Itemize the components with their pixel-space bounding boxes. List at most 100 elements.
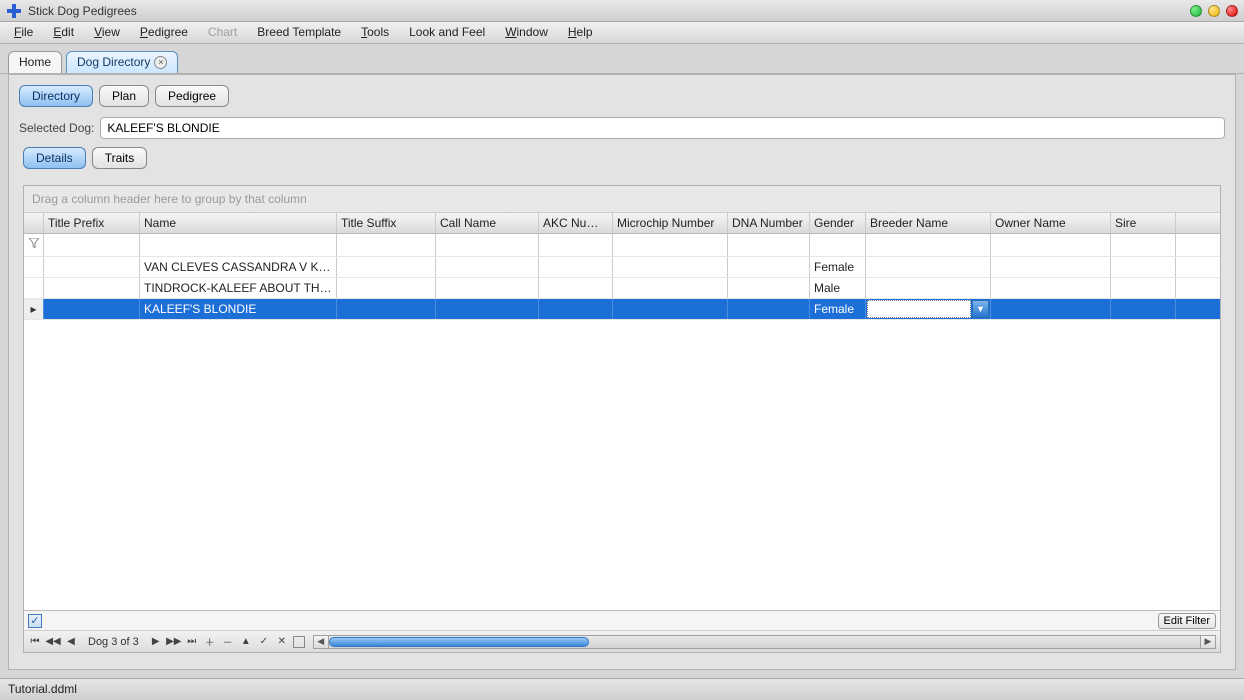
filter-akc[interactable] (539, 234, 613, 256)
cell-microchip[interactable] (613, 299, 728, 319)
menu-breed-template[interactable]: Breed Template (247, 22, 351, 43)
prev-page-icon[interactable]: ◀◀ (46, 635, 60, 649)
maximize-icon[interactable] (1208, 5, 1220, 17)
scroll-thumb[interactable] (329, 637, 589, 647)
cell-call-name[interactable] (436, 257, 539, 277)
column-akc-number[interactable]: AKC Number (539, 213, 613, 233)
table-row[interactable]: VAN CLEVES CASSANDRA V KALEEF Female (24, 257, 1220, 278)
cell-gender[interactable]: Male (810, 278, 866, 298)
refresh-icon[interactable] (293, 636, 305, 648)
cell-title-prefix[interactable] (44, 299, 140, 319)
cell-name[interactable]: TINDROCK-KALEEF ABOUT THYME (140, 278, 337, 298)
cell-dna[interactable] (728, 257, 810, 277)
column-sire[interactable]: Sire (1111, 213, 1176, 233)
column-owner-name[interactable]: Owner Name (991, 213, 1111, 233)
edit-record-icon[interactable]: ▲ (239, 635, 253, 649)
add-record-icon[interactable]: ＋ (203, 635, 217, 649)
close-icon[interactable] (1226, 5, 1238, 17)
scroll-right-icon[interactable]: ▶ (1200, 635, 1216, 649)
edit-filter-button[interactable]: Edit Filter (1158, 613, 1216, 629)
scroll-track[interactable] (329, 635, 1200, 649)
tab-details[interactable]: Details (23, 147, 86, 169)
cell-sire[interactable] (1111, 299, 1176, 319)
cell-call-name[interactable] (436, 299, 539, 319)
menu-view[interactable]: View (84, 22, 130, 43)
menu-help[interactable]: Help (558, 22, 603, 43)
filter-sire[interactable] (1111, 234, 1176, 256)
cell-name[interactable]: KALEEF'S BLONDIE (140, 299, 337, 319)
confirm-record-icon[interactable]: ✓ (257, 635, 271, 649)
cell-owner[interactable] (991, 299, 1111, 319)
menu-edit[interactable]: Edit (43, 22, 84, 43)
scroll-left-icon[interactable]: ◀ (313, 635, 329, 649)
menu-file[interactable]: File (4, 22, 43, 43)
prev-record-icon[interactable]: ◀ (64, 635, 78, 649)
cell-name[interactable]: VAN CLEVES CASSANDRA V KALEEF (140, 257, 337, 277)
column-gender[interactable]: Gender (810, 213, 866, 233)
selected-dog-field[interactable]: KALEEF'S BLONDIE (100, 117, 1225, 139)
filter-row[interactable] (24, 234, 1220, 257)
filter-call-name[interactable] (436, 234, 539, 256)
menu-pedigree[interactable]: Pedigree (130, 22, 198, 43)
cell-title-prefix[interactable] (44, 257, 140, 277)
cell-akc[interactable] (539, 278, 613, 298)
filter-icon[interactable] (24, 234, 44, 256)
column-title-prefix[interactable]: Title Prefix (44, 213, 140, 233)
breeder-dropdown-input[interactable] (867, 300, 971, 318)
last-page-icon[interactable]: ⏭ (185, 635, 199, 649)
cell-breeder-dropdown[interactable]: ▼ (866, 299, 991, 319)
filter-dna[interactable] (728, 234, 810, 256)
cell-dna[interactable] (728, 278, 810, 298)
menu-look-and-feel[interactable]: Look and Feel (399, 22, 495, 43)
tab-pedigree-view[interactable]: Pedigree (155, 85, 229, 107)
cancel-record-icon[interactable]: ✕ (275, 635, 289, 649)
cell-microchip[interactable] (613, 257, 728, 277)
filter-name[interactable] (140, 234, 337, 256)
cell-sire[interactable] (1111, 257, 1176, 277)
table-row[interactable]: TINDROCK-KALEEF ABOUT THYME Male (24, 278, 1220, 299)
filter-title-prefix[interactable] (44, 234, 140, 256)
column-call-name[interactable]: Call Name (436, 213, 539, 233)
column-name[interactable]: Name (140, 213, 337, 233)
filter-breeder[interactable] (866, 234, 991, 256)
column-indicator[interactable] (24, 213, 44, 233)
column-breeder-name[interactable]: Breeder Name (866, 213, 991, 233)
cell-owner[interactable] (991, 278, 1111, 298)
next-record-icon[interactable]: ▶ (149, 635, 163, 649)
column-dna-number[interactable]: DNA Number (728, 213, 810, 233)
cell-microchip[interactable] (613, 278, 728, 298)
menu-tools[interactable]: Tools (351, 22, 399, 43)
cell-call-name[interactable] (436, 278, 539, 298)
column-title-suffix[interactable]: Title Suffix (337, 213, 436, 233)
next-page-icon[interactable]: ▶▶ (167, 635, 181, 649)
cell-breeder[interactable] (866, 257, 991, 277)
cell-title-suffix[interactable] (337, 278, 436, 298)
filter-microchip[interactable] (613, 234, 728, 256)
tab-home[interactable]: Home (8, 51, 62, 73)
cell-akc[interactable] (539, 257, 613, 277)
tab-dog-directory[interactable]: Dog Directory × (66, 51, 178, 73)
column-microchip-number[interactable]: Microchip Number (613, 213, 728, 233)
filter-gender[interactable] (810, 234, 866, 256)
close-tab-icon[interactable]: × (154, 56, 167, 69)
tab-traits[interactable]: Traits (92, 147, 148, 169)
cell-akc[interactable] (539, 299, 613, 319)
menu-window[interactable]: Window (495, 22, 558, 43)
horizontal-scrollbar[interactable]: ◀ ▶ (313, 635, 1216, 649)
group-by-hint[interactable]: Drag a column header here to group by th… (24, 186, 1220, 213)
cell-title-suffix[interactable] (337, 299, 436, 319)
tab-directory[interactable]: Directory (19, 85, 93, 107)
remove-record-icon[interactable]: － (221, 635, 235, 649)
filter-title-suffix[interactable] (337, 234, 436, 256)
first-page-icon[interactable]: ⏮ (28, 635, 42, 649)
cell-dna[interactable] (728, 299, 810, 319)
cell-sire[interactable] (1111, 278, 1176, 298)
cell-gender[interactable]: Female (810, 257, 866, 277)
filter-owner[interactable] (991, 234, 1111, 256)
cell-owner[interactable] (991, 257, 1111, 277)
cell-gender[interactable]: Female (810, 299, 866, 319)
minimize-icon[interactable] (1190, 5, 1202, 17)
cell-breeder[interactable] (866, 278, 991, 298)
filter-checkbox[interactable]: ✓ (28, 614, 42, 628)
cell-title-prefix[interactable] (44, 278, 140, 298)
